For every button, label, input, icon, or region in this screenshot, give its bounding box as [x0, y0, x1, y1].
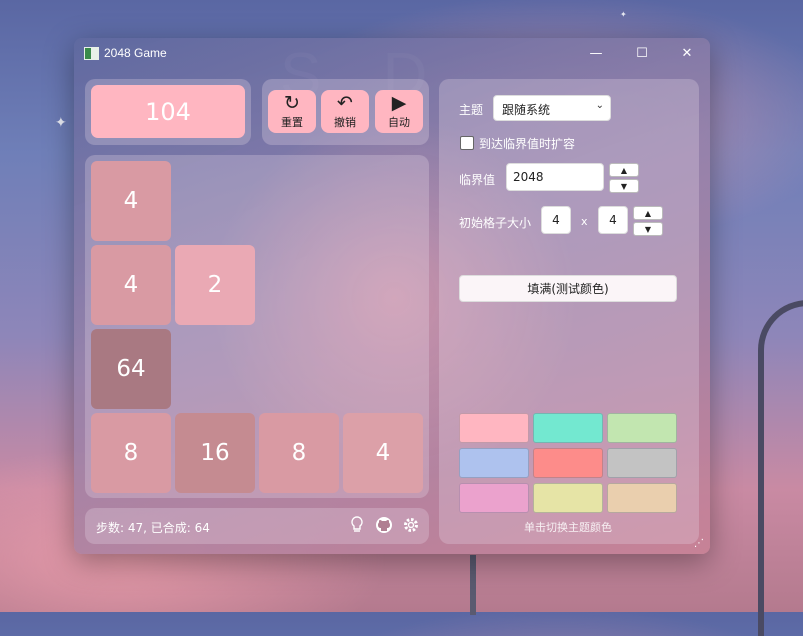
tile: 16 [175, 413, 255, 493]
swatch-hint: 单击切换主题颜色 [524, 521, 612, 534]
tile: 64 [91, 329, 171, 409]
grid-increment-button[interactable]: ▲ [633, 206, 663, 220]
lightbulb-icon[interactable] [349, 516, 365, 538]
close-button[interactable]: ✕ [664, 38, 710, 68]
undo-icon: ↶ [337, 92, 353, 114]
tile: 2 [175, 245, 255, 325]
tile: 8 [91, 413, 171, 493]
fill-test-button[interactable]: 填满(测试颜色) [459, 275, 677, 302]
theme-select-value: 跟随系统 [502, 103, 551, 117]
chevron-down-icon: ⌄ [595, 100, 604, 111]
app-icon [84, 47, 99, 60]
pole-decoration [470, 555, 476, 615]
tile: 8 [259, 413, 339, 493]
window-title: 2048 Game [104, 46, 167, 60]
auto-label: 自动 [388, 116, 410, 129]
tile: 4 [91, 161, 171, 241]
color-swatch[interactable] [459, 413, 529, 443]
color-swatch[interactable] [533, 483, 603, 513]
grid-size-label: 初始格子大小 [459, 216, 532, 230]
score-display: 104 [91, 85, 245, 138]
tile: 4 [343, 413, 423, 493]
game-board: 4 4 2 64 8 16 8 4 [85, 155, 429, 498]
reset-label: 重置 [281, 116, 303, 129]
auto-play-icon: ▶ [391, 92, 407, 114]
color-swatch[interactable] [533, 448, 603, 478]
maximize-button[interactable]: ☐ [619, 38, 665, 68]
color-swatch[interactable] [607, 413, 677, 443]
color-swatch[interactable] [459, 448, 529, 478]
grid-cols-input[interactable]: 4 [598, 206, 628, 234]
resize-grip-icon[interactable]: ⋰ [694, 538, 704, 549]
grid-cols-value: 4 [609, 213, 617, 227]
threshold-decrement-button[interactable]: ▼ [609, 179, 639, 193]
grid-times-label: x [581, 215, 588, 228]
color-swatch[interactable] [459, 483, 529, 513]
threshold-increment-button[interactable]: ▲ [609, 163, 639, 177]
theme-select[interactable]: 跟随系统 ⌄ [493, 95, 611, 121]
auto-button[interactable]: ▶ 自动 [375, 90, 423, 133]
expand-label: 到达临界值时扩容 [479, 137, 576, 151]
grid-decrement-button[interactable]: ▼ [633, 222, 663, 236]
expand-checkbox[interactable] [460, 136, 474, 150]
tile: 4 [91, 245, 171, 325]
color-swatch[interactable] [607, 483, 677, 513]
color-swatch[interactable] [533, 413, 603, 443]
reset-icon: ↻ [284, 92, 300, 114]
title-bar[interactable]: 2048 Game — ☐ ✕ [74, 38, 710, 70]
minimize-button[interactable]: — [573, 38, 619, 68]
score-panel: 104 [85, 79, 251, 145]
github-icon[interactable] [375, 516, 393, 538]
threshold-input[interactable]: 2048 [506, 163, 604, 191]
threshold-label: 临界值 [459, 173, 496, 187]
star-decoration: ✦ [55, 115, 67, 131]
gear-icon[interactable] [402, 516, 420, 538]
reset-button[interactable]: ↻ 重置 [268, 90, 316, 133]
status-text: 步数: 47, 已合成: 64 [96, 521, 210, 535]
street-lamp [758, 300, 803, 636]
threshold-value: 2048 [513, 170, 544, 184]
grid-rows-value: 4 [552, 213, 560, 227]
undo-label: 撤销 [334, 116, 356, 129]
app-window: 2048 Game — ☐ ✕ 104 ↻ 重置 ↶ 撤销 ▶ 自动 4 4 2 64… [74, 38, 710, 554]
theme-label: 主题 [459, 103, 484, 117]
grid-rows-input[interactable]: 4 [541, 206, 571, 234]
undo-button[interactable]: ↶ 撤销 [321, 90, 369, 133]
color-swatch[interactable] [607, 448, 677, 478]
star-decoration: ✦ [620, 10, 627, 19]
